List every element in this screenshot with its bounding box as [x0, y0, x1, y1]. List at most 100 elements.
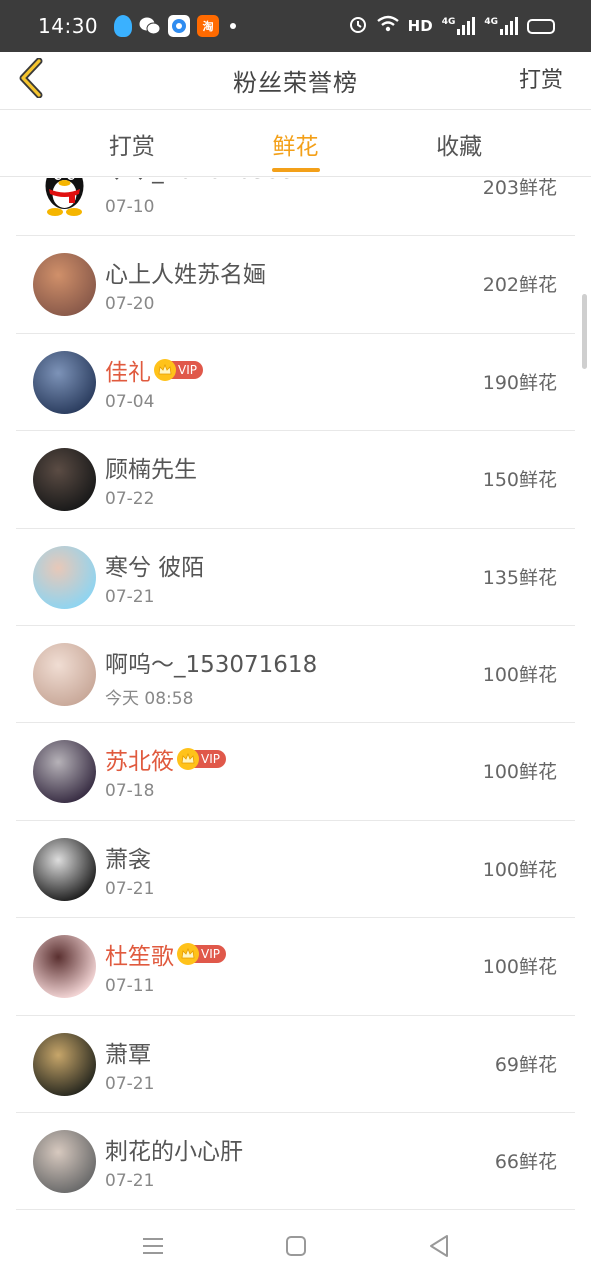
fan-date: 07-20 [105, 294, 155, 315]
avatar[interactable] [33, 1032, 96, 1096]
battery-icon [527, 18, 555, 34]
fan-name-line: 刺花的小心肝 [105, 1132, 243, 1166]
avatar[interactable] [33, 545, 96, 609]
fan-name: 啊呜～_153071618 [105, 651, 318, 678]
notification-icons: 淘 [114, 15, 237, 37]
crown-icon [177, 943, 199, 966]
fan-date: 07-21 [105, 1073, 155, 1094]
avatar[interactable] [33, 178, 96, 219]
avatar[interactable] [33, 253, 96, 317]
vip-badge: VIP [154, 358, 203, 381]
fan-row[interactable]: 萧衾 07-21 100鲜花 [16, 821, 575, 919]
flower-count: 100鲜花 [482, 761, 557, 784]
flower-count: 69鲜花 [494, 1053, 557, 1076]
flower-count: 202鲜花 [482, 274, 557, 297]
signal-icon-1: 4G [442, 17, 476, 35]
fan-row[interactable]: 啊呜～_153071618 今天 08:58 100鲜花 [16, 626, 575, 724]
avatar[interactable] [33, 740, 96, 804]
avatar[interactable] [33, 1129, 96, 1193]
fan-name-line: 顾楠先生 [105, 450, 197, 484]
vip-badge: VIP [177, 748, 226, 771]
fan-name: 萧衾 [105, 846, 151, 873]
tab-reward[interactable]: 打赏 [0, 111, 214, 176]
fan-name: 顾楠先生 [105, 457, 197, 484]
flower-count: 203鲜花 [482, 178, 557, 199]
fan-name-line: 萧衾 [105, 840, 151, 874]
fan-name: ��_207076539 [105, 178, 295, 184]
fan-date: 07-10 [105, 197, 155, 217]
fan-name: 寒兮 彼陌 [105, 554, 205, 581]
fan-row[interactable]: 刺花的小心肝 07-21 66鲜花 [16, 1113, 575, 1211]
wechat-icon [139, 15, 161, 37]
header-bar: 粉丝荣誉榜 打赏 [0, 52, 591, 110]
fan-row[interactable]: ��_207076539 07-10 203鲜花 [16, 178, 575, 237]
fan-name-line: 杜笙歌 VIP [105, 937, 226, 971]
fan-name: 刺花的小心肝 [105, 1138, 243, 1165]
signal-icon-2: 4G [484, 17, 518, 35]
fan-name: 杜笙歌 [105, 944, 174, 971]
tab-favorites[interactable]: 收藏 [377, 111, 591, 176]
fan-name-line: ��_207076539 [105, 178, 295, 184]
back-triangle-icon [429, 1234, 448, 1257]
fan-date: 今天 08:58 [105, 688, 194, 709]
home-icon [285, 1235, 306, 1256]
flower-count: 100鲜花 [482, 663, 557, 686]
fan-list-content: ��_207076539 07-10 203鲜花心上人姓苏名婳 07-20 202鲜花佳… [0, 178, 591, 1211]
system-indicators: HD 4G 4G [348, 14, 555, 38]
fan-date: 07-21 [105, 878, 155, 899]
fan-date: 07-22 [105, 489, 155, 510]
chevron-left-icon [19, 58, 43, 98]
scrollbar[interactable] [582, 294, 587, 369]
fan-row[interactable]: 杜笙歌 VIP 07-11 100鲜花 [16, 918, 575, 1016]
fan-row[interactable]: 苏北筱 VIP 07-18 100鲜花 [16, 723, 575, 821]
avatar[interactable] [33, 642, 96, 706]
fan-date: 07-18 [105, 781, 155, 802]
status-time: 14:30 [38, 14, 99, 38]
menu-button[interactable] [138, 1231, 168, 1261]
flower-count: 100鲜花 [482, 956, 557, 979]
avatar[interactable] [33, 837, 96, 901]
taobao-icon: 淘 [197, 15, 220, 37]
reward-button[interactable]: 打赏 [519, 62, 563, 94]
more-notifications-dot [230, 23, 237, 29]
fan-row[interactable]: 心上人姓苏名婳 07-20 202鲜花 [16, 236, 575, 334]
avatar[interactable] [33, 448, 96, 512]
system-back-button[interactable] [424, 1231, 454, 1261]
fan-name-line: 寒兮 彼陌 [105, 548, 204, 582]
fan-name-line: 佳礼 VIP [105, 353, 203, 387]
flower-count: 135鲜花 [482, 566, 557, 589]
fan-row[interactable]: 寒兮 彼陌 07-21 135鲜花 [16, 529, 575, 626]
flower-count: 150鲜花 [482, 469, 557, 492]
fan-name: 萧覃 [105, 1041, 151, 1068]
qq-icon [114, 15, 133, 37]
flower-count: 100鲜花 [482, 858, 557, 881]
tab-bar: 打赏 鲜花 收藏 [0, 111, 591, 177]
home-button[interactable] [281, 1231, 311, 1261]
tab-flowers[interactable]: 鲜花 [214, 111, 378, 176]
fan-row[interactable]: 萧覃 07-21 69鲜花 [16, 1016, 575, 1113]
menu-icon [142, 1237, 163, 1254]
fan-name-line: 苏北筱 VIP [105, 742, 226, 776]
fan-date: 07-11 [105, 976, 155, 997]
fan-list[interactable]: ��_207076539 07-10 203鲜花心上人姓苏名婳 07-20 202鲜花佳… [0, 178, 591, 1211]
avatar[interactable] [33, 350, 96, 414]
alarm-icon [348, 14, 368, 38]
fan-name: 佳礼 [105, 359, 151, 386]
fan-name-line: 心上人姓苏名婳 [105, 255, 266, 289]
fan-name-line: 萧覃 [105, 1035, 151, 1069]
browser-icon [168, 15, 191, 37]
fan-row[interactable]: 顾楠先生 07-22 150鲜花 [16, 431, 575, 529]
flower-count: 190鲜花 [482, 371, 557, 394]
flower-count: 66鲜花 [494, 1150, 557, 1173]
wifi-icon [376, 15, 399, 37]
crown-icon [154, 358, 176, 381]
fan-name: 苏北筱 [105, 749, 174, 776]
fan-date: 07-04 [105, 391, 155, 412]
back-button[interactable] [14, 56, 48, 100]
page-title: 粉丝荣誉榜 [233, 69, 358, 97]
fan-row[interactable]: 佳礼 VIP 07-04 190鲜花 [16, 334, 575, 432]
fan-date: 07-21 [105, 586, 155, 607]
avatar[interactable] [33, 935, 96, 999]
vip-badge: VIP [177, 943, 226, 966]
status-bar: 14:30 淘 HD 4G 4G [0, 0, 591, 52]
